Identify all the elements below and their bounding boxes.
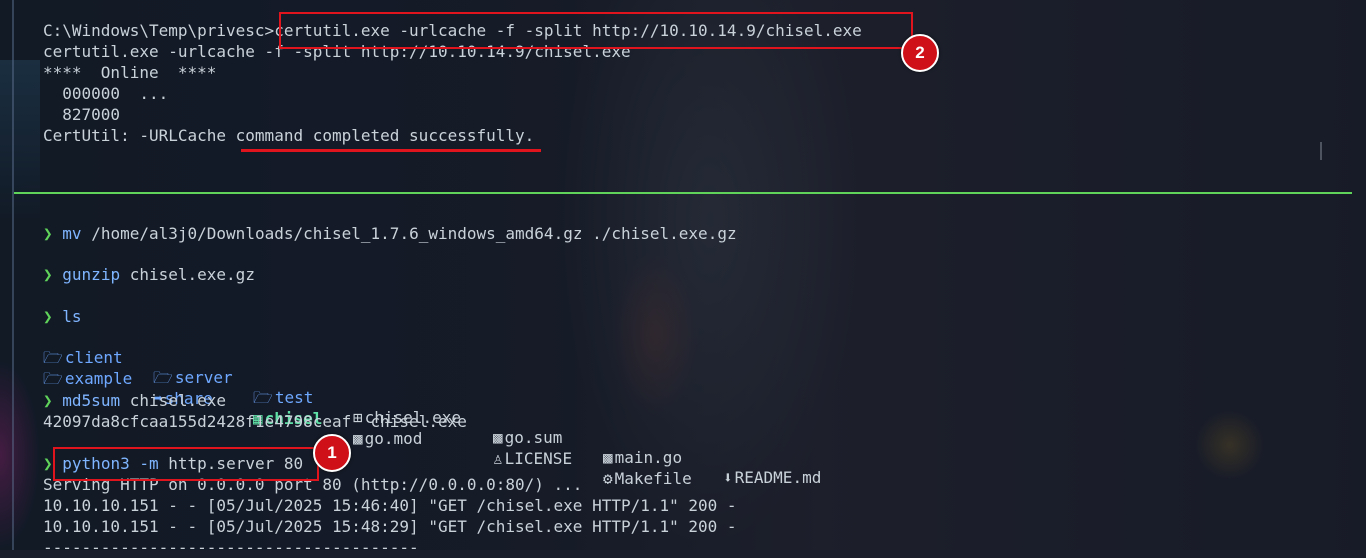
ls-entry-go-sum: ▩ go.sum	[493, 428, 563, 447]
folder-icon: 🗁	[253, 388, 273, 407]
license-icon: ♙	[493, 449, 503, 468]
gear-icon: ⚙	[603, 469, 613, 488]
file-icon: ▩	[603, 448, 613, 467]
command-name: ls	[62, 307, 82, 326]
pane-divider[interactable]	[14, 192, 1352, 194]
output-line: 000000 ...	[43, 84, 169, 103]
file-icon: ▩	[353, 429, 363, 448]
command-args: chisel.exe.gz	[129, 265, 255, 284]
folder-icon: 🗁	[43, 369, 63, 388]
ls-output-row: 🗁 example ➦ share ▦ chisel ▩ go.mod ♙ LICENSE…	[43, 349, 943, 488]
ls-entry-example: 🗁 example	[43, 369, 133, 388]
folder-icon: 🗁	[153, 368, 173, 387]
http-log-line: 10.10.10.151 - - [05/Jul/2025 15:48:29] …	[43, 517, 737, 536]
command-name: gunzip	[62, 265, 121, 284]
http-log-line: 10.10.10.151 - - [05/Jul/2025 15:46:40] …	[43, 496, 737, 515]
scrollbar-thumb[interactable]	[1320, 142, 1322, 160]
window-edge	[12, 0, 14, 550]
ls-entry-server: 🗁 server	[153, 368, 233, 387]
prompt-arrow-icon: ❯	[43, 307, 53, 326]
prompt-arrow-icon: ❯	[43, 391, 53, 410]
command-args: /home/al3j0/Downloads/chisel_1.7.6_windo…	[91, 224, 737, 243]
annotation-box-python-server	[53, 447, 319, 481]
file-icon: ▩	[493, 428, 503, 447]
annotation-badge-1: 1	[313, 434, 351, 472]
gunzip-command-line: ❯ gunzip chisel.exe.gz	[43, 265, 255, 285]
output-line: 827000	[43, 105, 121, 124]
command-name: md5sum	[62, 391, 121, 410]
output-line: **** Online ****	[43, 63, 217, 82]
annotation-badge-2: 2	[901, 34, 939, 72]
ls-entry-go-mod: ▩ go.mod	[353, 429, 423, 448]
separator-line: ---------------------------------------	[43, 538, 419, 557]
md5sum-command-line: ❯ md5sum chisel.exe	[43, 391, 226, 411]
ls-command-line: ❯ ls	[43, 307, 82, 327]
command-name: mv	[62, 224, 82, 243]
prompt-arrow-icon: ❯	[43, 224, 53, 243]
mv-command-line: ❯ mv /home/al3j0/Downloads/chisel_1.7.6_…	[43, 224, 737, 244]
md5sum-output: 42097da8cfcaa155d2428f1e4798ceaf chisel.…	[43, 412, 467, 431]
certutil-success-message: CertUtil: -URLCache command completed su…	[43, 126, 535, 145]
prompt-arrow-icon: ❯	[43, 265, 53, 284]
ls-output-row: 🗁 client 🗁 server 🗁 test ⊞ chisel.exe ▩ go.su…	[43, 328, 943, 487]
command-args: chisel.exe	[129, 391, 227, 410]
prompt-arrow-icon: ❯	[43, 454, 53, 473]
ls-entry-license: ♙ LICENSE	[493, 449, 573, 468]
ls-entry-readme: ⬇ README.md	[723, 468, 822, 487]
ls-entry-main-go: ▩ main.go	[603, 448, 683, 467]
ls-entry-makefile: ⚙ Makefile	[603, 469, 692, 488]
windows-prompt: C:\Windows\Temp\privesc>	[43, 21, 275, 40]
ls-entry-test: 🗁 test	[253, 388, 314, 407]
annotation-underline-success	[241, 149, 541, 152]
annotation-box-certutil	[279, 12, 913, 49]
terminal-pane-linux[interactable]: ❯ mv /home/al3j0/Downloads/chisel_1.7.6_…	[0, 195, 1366, 557]
download-icon: ⬇	[723, 468, 733, 487]
